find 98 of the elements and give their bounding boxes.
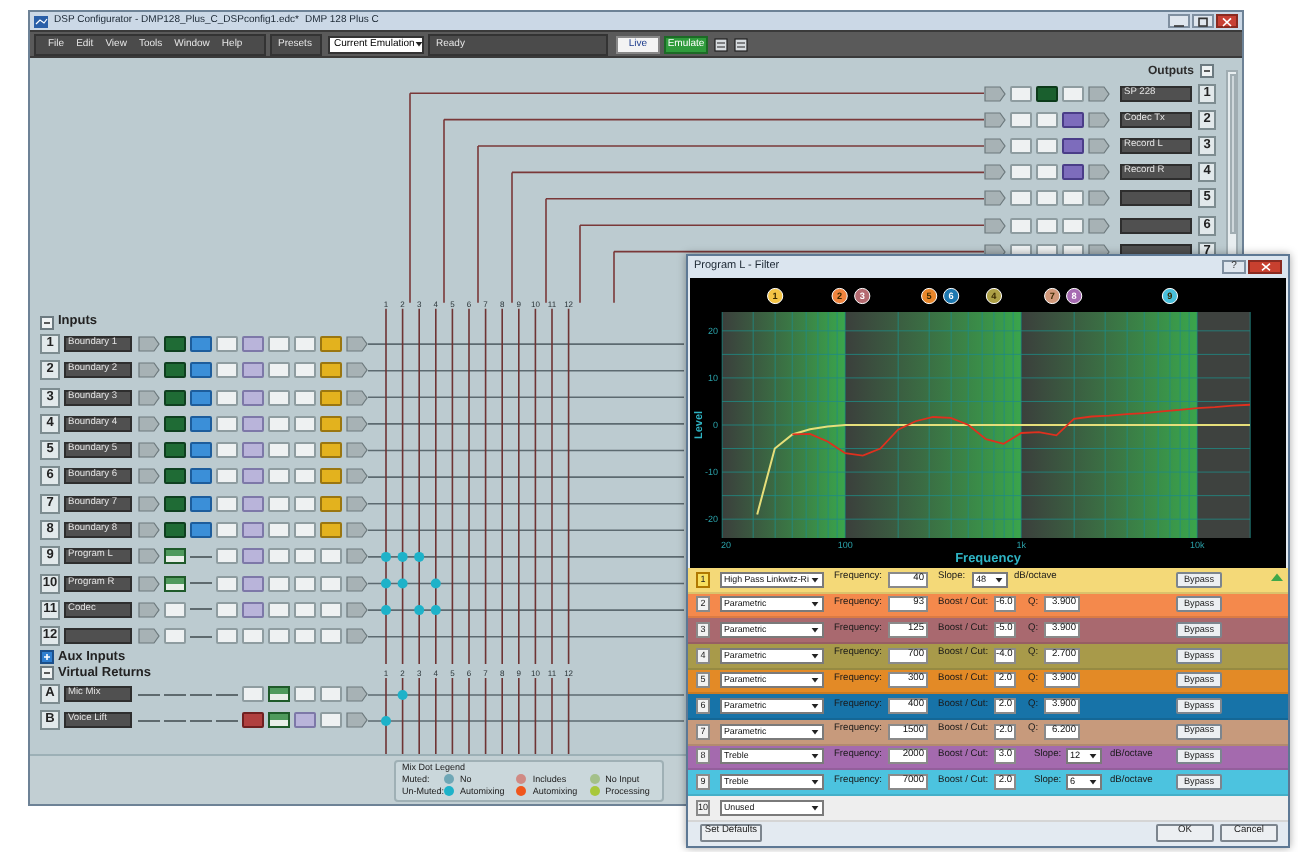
minimize-button[interactable]	[1168, 14, 1190, 28]
processing-block[interactable]	[164, 522, 186, 539]
processing-block[interactable]	[164, 415, 186, 432]
chevron-block[interactable]	[346, 548, 368, 565]
chevron-block[interactable]	[984, 111, 1006, 128]
chevron-block[interactable]	[346, 495, 368, 512]
chevron-block[interactable]	[984, 190, 1006, 207]
processing-block[interactable]	[190, 522, 212, 539]
minus-icon	[42, 317, 52, 328]
chevron-block[interactable]	[984, 85, 1006, 102]
close-button[interactable]	[1216, 14, 1238, 28]
name-field[interactable]	[1120, 190, 1192, 207]
processing-block[interactable]	[164, 442, 186, 459]
processing-block[interactable]	[1062, 137, 1084, 154]
processing-block[interactable]	[190, 362, 212, 379]
processing-block[interactable]	[164, 389, 186, 406]
processing-block[interactable]	[190, 468, 212, 485]
chevron-block[interactable]	[984, 164, 1006, 181]
scroll-up-icon[interactable]	[1270, 572, 1284, 582]
processing-block[interactable]	[242, 712, 264, 729]
chevron-block[interactable]	[984, 137, 1006, 154]
caret-icon	[1088, 752, 1098, 761]
caret-icon	[414, 40, 425, 48]
chevron-block[interactable]	[984, 217, 1006, 234]
processing-block[interactable]	[1062, 111, 1084, 128]
close-button[interactable]	[1248, 260, 1282, 274]
chevron-block[interactable]	[1088, 190, 1110, 207]
chevron-block[interactable]	[346, 628, 368, 645]
name-field[interactable]	[1120, 217, 1192, 234]
mix-dot[interactable]	[397, 578, 408, 589]
caret-icon	[810, 600, 820, 609]
chevron-block[interactable]	[346, 522, 368, 539]
processing-block[interactable]	[164, 335, 186, 352]
caret-icon	[810, 778, 820, 787]
caret-icon	[810, 752, 820, 761]
caret-icon	[1088, 778, 1098, 787]
caret-icon	[810, 676, 820, 685]
mix-dot[interactable]	[397, 551, 408, 562]
collapse-toggle[interactable]	[1200, 64, 1214, 78]
mix-dot[interactable]	[397, 690, 408, 700]
mix-dot[interactable]	[381, 716, 391, 726]
chevron-block[interactable]	[346, 415, 368, 432]
chevron-block[interactable]	[346, 389, 368, 406]
chevron-block[interactable]	[346, 575, 368, 592]
chevron-block[interactable]	[346, 468, 368, 485]
processing-block[interactable]	[190, 415, 212, 432]
processing-block[interactable]	[164, 575, 186, 592]
minus-icon	[42, 668, 52, 679]
chevron-block[interactable]	[346, 442, 368, 459]
processing-block[interactable]	[1036, 85, 1058, 102]
processing-block[interactable]	[190, 389, 212, 406]
chevron-block[interactable]	[1088, 137, 1110, 154]
chevron-block[interactable]	[138, 601, 160, 618]
mix-dot[interactable]	[381, 605, 391, 616]
expand-toggle[interactable]	[40, 650, 54, 665]
processing-block[interactable]	[1062, 164, 1084, 181]
chevron-block[interactable]	[346, 362, 368, 379]
processing-block[interactable]	[190, 495, 212, 512]
caret-icon	[994, 575, 1004, 584]
caret-icon	[810, 626, 820, 635]
panel-icon[interactable]	[714, 37, 728, 51]
plus-icon	[42, 652, 52, 663]
mix-dot[interactable]	[414, 605, 425, 616]
collapse-toggle[interactable]	[40, 315, 54, 330]
chevron-block[interactable]	[346, 712, 368, 729]
mix-dot[interactable]	[430, 578, 441, 589]
processing-block[interactable]	[164, 495, 186, 512]
close-icon	[1218, 15, 1236, 27]
processing-block[interactable]	[190, 335, 212, 352]
chevron-block[interactable]	[1088, 85, 1110, 102]
processing-block[interactable]	[164, 468, 186, 485]
processing-block[interactable]	[268, 712, 290, 729]
chevron-block[interactable]	[346, 601, 368, 618]
chevron-block[interactable]	[346, 335, 368, 352]
processing-block[interactable]	[164, 362, 186, 379]
caret-icon	[810, 651, 820, 660]
close-icon	[1259, 262, 1271, 272]
chevron-block[interactable]	[1088, 164, 1110, 181]
app-icon	[34, 15, 48, 27]
chevron-block[interactable]	[138, 628, 160, 645]
caret-icon	[810, 702, 820, 711]
mix-dot[interactable]	[381, 578, 391, 589]
mix-dot[interactable]	[414, 551, 425, 562]
chevron-block[interactable]	[346, 686, 368, 703]
collapse-toggle[interactable]	[40, 666, 54, 681]
minus-icon	[1202, 66, 1212, 76]
chevron-block[interactable]	[1088, 111, 1110, 128]
mix-dot[interactable]	[430, 605, 441, 616]
processing-block[interactable]	[268, 686, 290, 703]
mix-dot[interactable]	[381, 551, 391, 562]
maximize-button[interactable]	[1192, 14, 1214, 28]
panel-icon[interactable]	[734, 37, 748, 51]
caret-icon	[810, 727, 820, 736]
processing-block[interactable]	[164, 548, 186, 565]
caret-icon	[810, 575, 820, 584]
chevron-block[interactable]	[1088, 217, 1110, 234]
processing-block[interactable]	[190, 442, 212, 459]
name-field[interactable]	[64, 628, 132, 645]
